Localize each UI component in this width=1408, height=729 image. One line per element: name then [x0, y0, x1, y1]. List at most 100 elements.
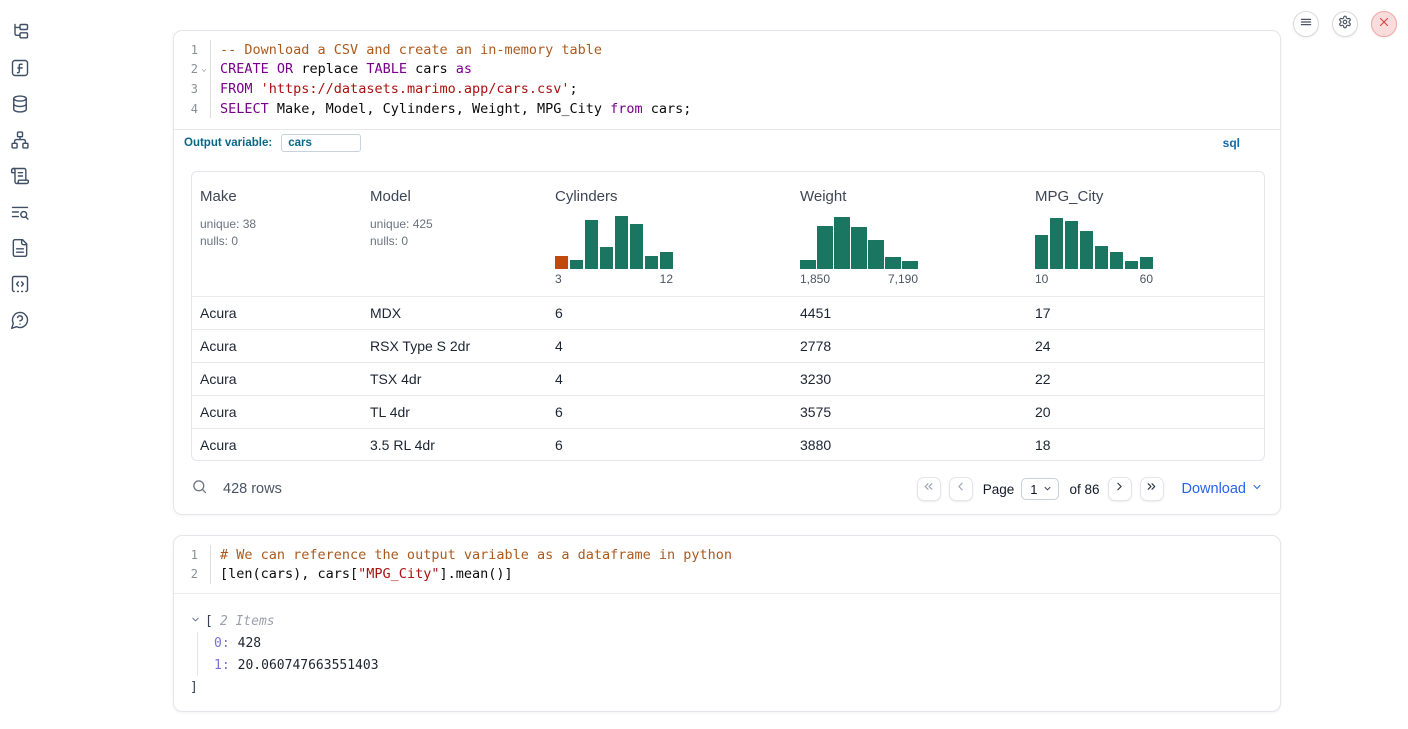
histogram-bar[interactable]	[600, 247, 613, 269]
histogram-bars	[800, 214, 918, 269]
histogram-bar[interactable]	[615, 216, 628, 269]
sidebar-item-functions[interactable]	[10, 58, 30, 78]
histogram-bar[interactable]	[570, 260, 583, 269]
list-item[interactable]: 1:20.060747663551403	[214, 654, 1280, 676]
shutdown-button[interactable]	[1371, 11, 1397, 37]
column-header-model[interactable]: Modelunique: 425nulls: 0	[362, 172, 547, 296]
histogram-bar[interactable]	[868, 240, 884, 269]
table-cell: 24	[1027, 338, 1264, 354]
item-index: 0:	[214, 636, 230, 651]
python-editor[interactable]: 1# We can reference the output variable …	[174, 536, 1280, 593]
sidebar-item-outline-search[interactable]	[10, 202, 30, 222]
code-token: FROM	[220, 81, 253, 97]
histogram-bar[interactable]	[645, 256, 658, 269]
sql-editor[interactable]: 1-- Download a CSV and create an in-memo…	[174, 31, 1280, 118]
table-cell: Acura	[192, 437, 362, 453]
table-cell: 17	[1027, 305, 1264, 321]
histogram-bar[interactable]	[1035, 235, 1048, 269]
column-header-make[interactable]: Makeunique: 38nulls: 0	[192, 172, 362, 296]
sidebar-item-file-explorer[interactable]	[10, 22, 30, 42]
table-cell: 4	[547, 338, 792, 354]
column-header-cylinders[interactable]: Cylinders312	[547, 172, 792, 296]
settings-button[interactable]	[1332, 11, 1358, 37]
code-line[interactable]: 2⌄CREATE OR replace TABLE cars as	[174, 60, 1280, 80]
code-text[interactable]: FROM 'https://datasets.marimo.app/cars.c…	[210, 79, 1280, 99]
histogram-bar[interactable]	[1095, 246, 1108, 269]
download-label: Download	[1182, 481, 1247, 497]
code-line[interactable]: 2 [len(cars), cars["MPG_City"].mean()]	[174, 565, 1280, 585]
sidebar-item-datasources[interactable]	[10, 94, 30, 114]
sidebar-item-scratchpad[interactable]	[10, 166, 30, 186]
histogram-bar[interactable]	[1110, 252, 1123, 269]
code-text[interactable]: [len(cars), cars["MPG_City"].mean()]	[210, 565, 1280, 585]
output-variable-input[interactable]	[281, 134, 361, 152]
histogram-bar[interactable]	[1080, 231, 1093, 269]
histogram-bar[interactable]	[885, 257, 901, 269]
menu-button[interactable]	[1293, 11, 1319, 37]
histogram-bar[interactable]	[817, 226, 833, 269]
histogram-bar[interactable]	[902, 261, 918, 269]
histogram-bar[interactable]	[630, 224, 643, 269]
histogram-bar[interactable]	[834, 217, 850, 269]
code-text[interactable]: CREATE OR replace TABLE cars as	[210, 60, 1280, 80]
histogram-bar[interactable]	[800, 260, 816, 269]
code-token: cars	[407, 61, 456, 77]
first-page-button[interactable]	[917, 477, 941, 501]
list-item[interactable]: 0:428	[214, 632, 1280, 654]
table-row[interactable]: AcuraRSX Type S 2dr4277824	[192, 329, 1264, 362]
column-histogram: 312	[555, 214, 673, 286]
previous-page-button[interactable]	[949, 477, 973, 501]
search-icon[interactable]	[191, 478, 208, 500]
histogram-bar[interactable]	[1050, 218, 1063, 269]
help-icon	[10, 317, 30, 334]
code-text[interactable]: # We can reference the output variable a…	[210, 545, 1280, 565]
histogram-bar[interactable]	[660, 252, 673, 269]
table-row[interactable]: Acura3.5 RL 4dr6388018	[192, 428, 1264, 461]
column-stat: unique: 38	[200, 216, 354, 233]
collapse-chevron-icon[interactable]	[190, 614, 201, 629]
page-label: Page	[983, 482, 1015, 497]
histogram-bar[interactable]	[555, 256, 568, 269]
code-token: # We can reference the output variable a…	[220, 547, 732, 563]
column-header-weight[interactable]: Weight1,8507,190	[792, 172, 1027, 296]
table-row[interactable]: AcuraTL 4dr6357520	[192, 395, 1264, 428]
code-text[interactable]: -- Download a CSV and create an in-memor…	[210, 40, 1280, 60]
table-row[interactable]: AcuraTSX 4dr4323022	[192, 362, 1264, 395]
fold-chevron-icon[interactable]: ⌄	[198, 64, 210, 74]
code-line[interactable]: 3FROM 'https://datasets.marimo.app/cars.…	[174, 79, 1280, 99]
histogram-bar[interactable]	[1125, 261, 1138, 269]
code-token: Make, Model, Cylinders, Weight, MPG_City	[269, 101, 610, 117]
histogram-range-label: 3	[555, 272, 562, 286]
table-cell: 22	[1027, 371, 1264, 387]
code-token: ].mean()]	[439, 566, 512, 582]
last-page-button[interactable]	[1140, 477, 1164, 501]
next-page-button[interactable]	[1108, 477, 1132, 501]
code-line[interactable]: 1-- Download a CSV and create an in-memo…	[174, 40, 1280, 60]
code-text[interactable]: SELECT Make, Model, Cylinders, Weight, M…	[210, 99, 1280, 119]
sidebar-item-dependency-graph[interactable]	[10, 130, 30, 150]
histogram-bar[interactable]	[851, 227, 867, 269]
sidebar-item-documentation[interactable]	[10, 238, 30, 258]
functions-icon	[10, 65, 30, 82]
histogram-bar[interactable]	[1065, 221, 1078, 269]
sidebar-item-help[interactable]	[10, 310, 30, 330]
chevrons-left-icon	[922, 480, 935, 498]
code-line[interactable]: 4SELECT Make, Model, Cylinders, Weight, …	[174, 99, 1280, 119]
code-line[interactable]: 1# We can reference the output variable …	[174, 545, 1280, 565]
pagination: Page 1 of 86 Download	[909, 477, 1263, 501]
chevron-down-icon	[1037, 482, 1053, 497]
code-token: OR	[277, 61, 293, 77]
code-token: as	[456, 61, 472, 77]
download-button[interactable]: Download	[1182, 481, 1264, 497]
chevron-down-icon	[1246, 481, 1263, 497]
table-cell: 18	[1027, 437, 1264, 453]
histogram-bar[interactable]	[1140, 257, 1153, 269]
histogram-bar[interactable]	[585, 220, 598, 269]
code-token: replace	[293, 61, 366, 77]
line-number: 2	[174, 567, 198, 581]
output-variable-label: Output variable:	[184, 137, 272, 149]
page-select[interactable]: 1	[1021, 478, 1059, 500]
column-header-mpg_city[interactable]: MPG_City1060	[1027, 172, 1264, 296]
sidebar-item-snippets[interactable]	[10, 274, 30, 294]
table-row[interactable]: AcuraMDX6445117	[192, 296, 1264, 329]
